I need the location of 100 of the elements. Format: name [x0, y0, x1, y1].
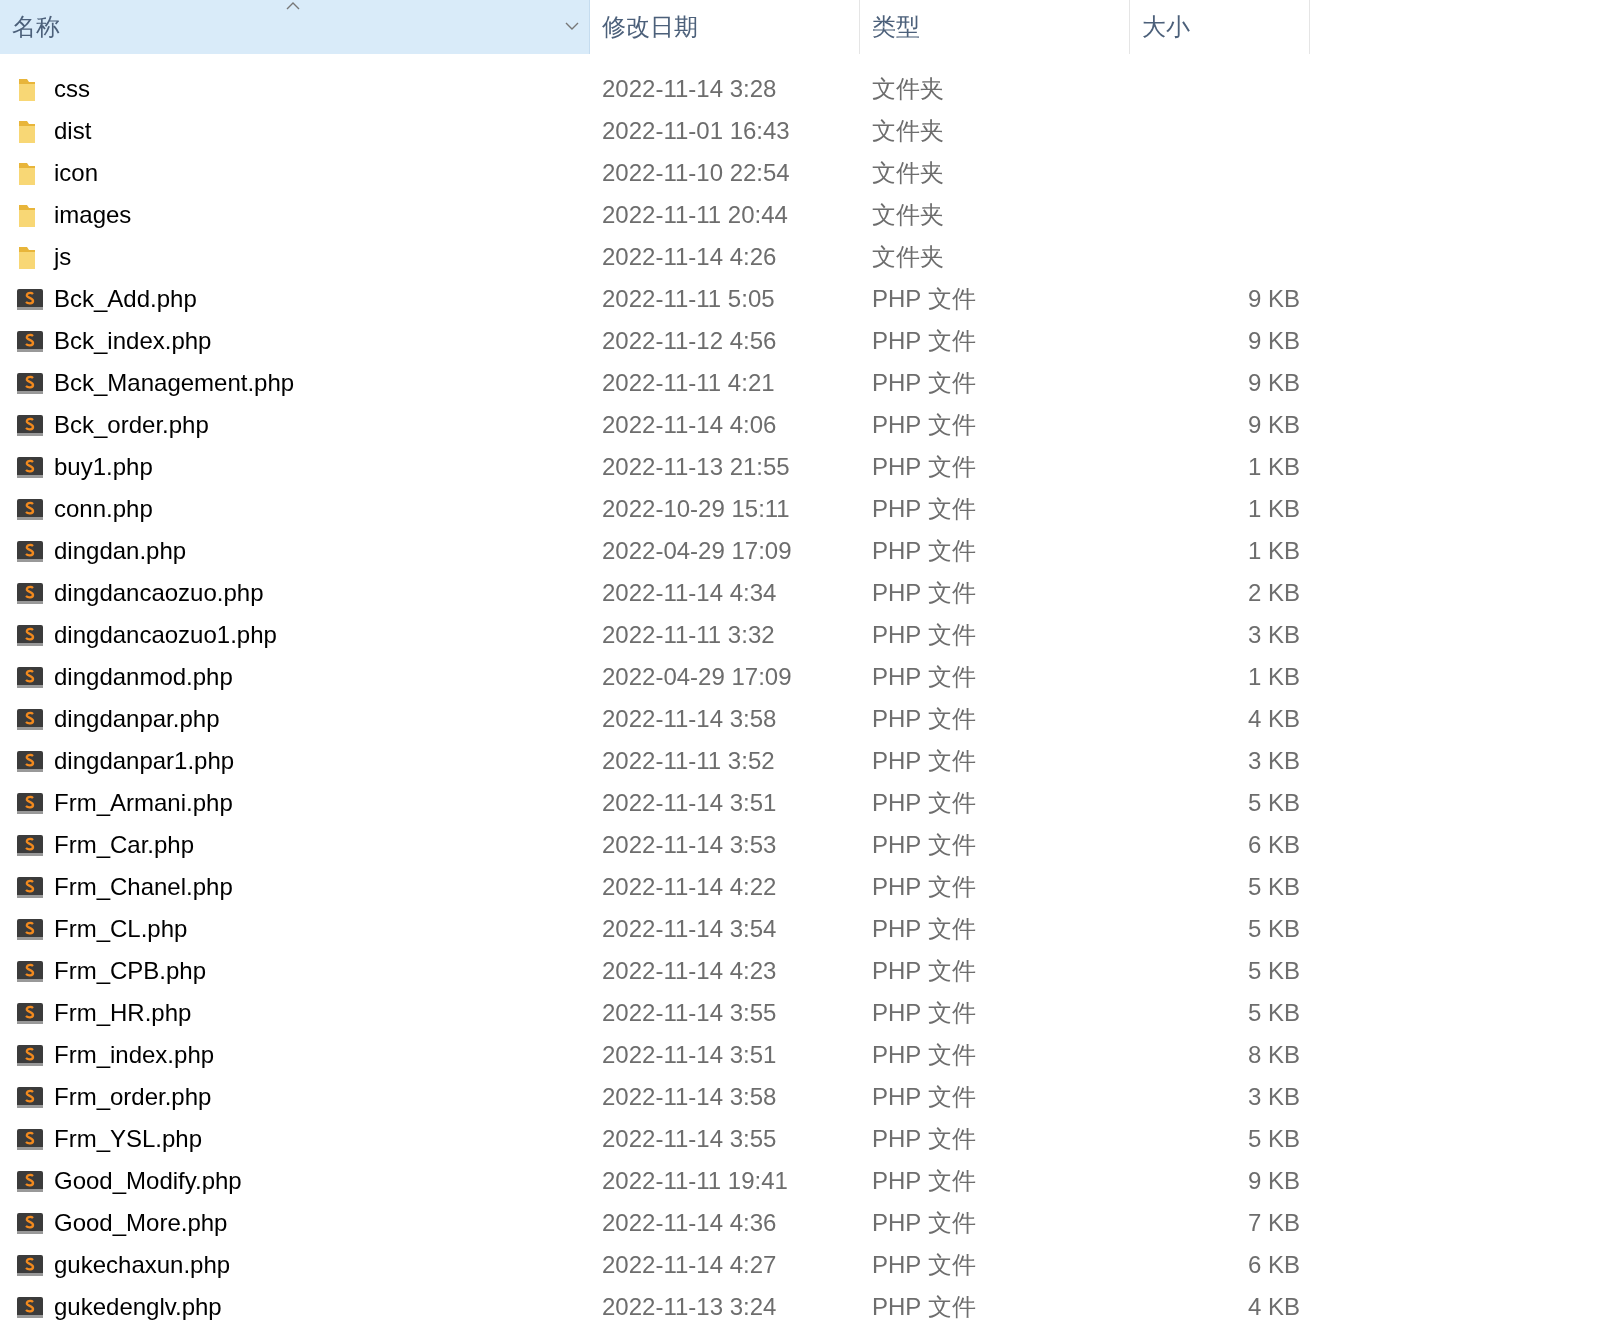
modified-date: 2022-11-14 4:06: [602, 411, 777, 438]
modified-date: 2022-11-11 3:32: [602, 621, 775, 648]
modified-date: 2022-11-13 3:24: [602, 1293, 777, 1320]
file-name[interactable]: Good_More.php: [54, 1209, 228, 1237]
modified-date: 2022-11-14 3:55: [602, 1125, 777, 1152]
file-name[interactable]: Frm_YSL.php: [54, 1125, 203, 1153]
file-name[interactable]: dingdancaozuo1.php: [54, 621, 277, 649]
file-type: PHP 文件: [872, 1293, 976, 1320]
modified-date: 2022-11-14 3:28: [602, 75, 777, 102]
modified-date: 2022-11-11 20:44: [602, 201, 788, 228]
file-type: PHP 文件: [872, 411, 976, 438]
file-name[interactable]: conn.php: [54, 495, 153, 523]
file-type: PHP 文件: [872, 873, 976, 900]
file-type: PHP 文件: [872, 1251, 976, 1278]
file-name[interactable]: gukechaxun.php: [54, 1251, 231, 1279]
modified-date: 2022-10-29 15:11: [602, 495, 790, 522]
file-type: PHP 文件: [872, 1041, 976, 1068]
file-name[interactable]: dist: [54, 117, 92, 145]
file-type: 文件夹: [872, 75, 944, 102]
file-name[interactable]: dingdanpar.php: [54, 705, 220, 733]
file-name[interactable]: Bck_order.php: [54, 411, 209, 439]
file-type: PHP 文件: [872, 621, 976, 648]
modified-date: 2022-11-10 22:54: [602, 159, 790, 186]
file-name[interactable]: Bck_index.php: [54, 327, 212, 355]
file-type: PHP 文件: [872, 915, 976, 942]
file-size: 9 KB: [1247, 1167, 1300, 1195]
file-size: 8 KB: [1247, 1041, 1300, 1069]
modified-date: 2022-11-11 19:41: [602, 1167, 788, 1194]
file-size: 1 KB: [1247, 453, 1300, 481]
file-type: PHP 文件: [872, 327, 976, 354]
modified-date: 2022-04-29 17:09: [602, 663, 792, 690]
modified-date: 2022-11-14 3:58: [602, 705, 777, 732]
file-name[interactable]: Frm_Armani.php: [54, 789, 233, 817]
file-size: 9 KB: [1247, 327, 1300, 355]
file-name[interactable]: buy1.php: [54, 453, 153, 481]
file-name[interactable]: Frm_order.php: [54, 1083, 212, 1111]
file-size: 9 KB: [1247, 369, 1300, 397]
file-name[interactable]: dingdancaozuo.php: [54, 579, 264, 607]
file-size: 6 KB: [1247, 831, 1300, 859]
chevron-down-icon[interactable]: [565, 22, 579, 31]
file-type: 文件夹: [872, 117, 944, 144]
file-size: 3 KB: [1247, 621, 1300, 649]
file-type: PHP 文件: [872, 1167, 976, 1194]
file-type: PHP 文件: [872, 453, 976, 480]
file-type: PHP 文件: [872, 579, 976, 606]
file-size: 1 KB: [1247, 537, 1300, 565]
file-name[interactable]: Frm_CPB.php: [54, 957, 207, 985]
file-type: PHP 文件: [872, 285, 976, 312]
file-type: PHP 文件: [872, 1125, 976, 1152]
file-size: 5 KB: [1247, 1125, 1300, 1153]
file-name[interactable]: Good_Modify.php: [54, 1167, 242, 1195]
file-size: 2 KB: [1247, 579, 1300, 607]
modified-date: 2022-11-14 4:23: [602, 957, 777, 984]
file-type: PHP 文件: [872, 1209, 976, 1236]
file-name[interactable]: dingdanmod.php: [54, 663, 233, 691]
file-name[interactable]: dingdanpar1.php: [54, 747, 235, 775]
file-name[interactable]: images: [54, 201, 132, 229]
file-name[interactable]: gukedenglv.php: [54, 1293, 222, 1321]
file-size: 3 KB: [1247, 1083, 1300, 1111]
modified-date: 2022-11-12 4:56: [602, 327, 777, 354]
modified-date: 2022-11-14 3:51: [602, 789, 777, 816]
file-size: 1 KB: [1247, 495, 1300, 523]
file-name[interactable]: Frm_Car.php: [54, 831, 195, 859]
file-type: PHP 文件: [872, 789, 976, 816]
modified-date: 2022-11-11 5:05: [602, 285, 775, 312]
file-name[interactable]: Frm_HR.php: [54, 999, 192, 1027]
modified-date: 2022-11-14 4:22: [602, 873, 777, 900]
file-name[interactable]: Frm_index.php: [54, 1041, 215, 1069]
file-type: PHP 文件: [872, 999, 976, 1026]
file-size: 1 KB: [1247, 663, 1300, 691]
column-header[interactable]: 名称: [0, 0, 590, 54]
modified-date: 2022-11-11 4:21: [602, 369, 775, 396]
file-name[interactable]: dingdan.php: [54, 537, 187, 565]
file-name[interactable]: Bck_Management.php: [54, 369, 295, 397]
file-name[interactable]: js: [54, 243, 72, 271]
file-type: 文件夹: [872, 201, 944, 228]
modified-date: 2022-11-14 3:55: [602, 999, 777, 1026]
modified-date: 2022-11-01 16:43: [602, 117, 790, 144]
file-size: 6 KB: [1247, 1251, 1300, 1279]
file-type: PHP 文件: [872, 495, 976, 522]
file-size: 4 KB: [1247, 705, 1300, 733]
file-type: 文件夹: [872, 243, 944, 270]
file-type: PHP 文件: [872, 957, 976, 984]
modified-date: 2022-11-14 3:51: [602, 1041, 777, 1068]
file-name[interactable]: Bck_Add.php: [54, 285, 197, 313]
modified-date: 2022-11-14 4:27: [602, 1251, 777, 1278]
file-size: 5 KB: [1247, 873, 1300, 901]
file-size: 3 KB: [1247, 747, 1300, 775]
modified-date: 2022-11-14 4:34: [602, 579, 777, 606]
file-type: PHP 文件: [872, 747, 976, 774]
file-name[interactable]: Frm_CL.php: [54, 915, 188, 943]
file-type: 文件夹: [872, 159, 944, 186]
file-name[interactable]: icon: [54, 159, 99, 187]
file-type: PHP 文件: [872, 705, 976, 732]
modified-date: 2022-11-14 3:58: [602, 1083, 777, 1110]
file-type: PHP 文件: [872, 1083, 976, 1110]
modified-date: 2022-11-14 3:53: [602, 831, 777, 858]
file-size: 9 KB: [1247, 285, 1300, 313]
file-name[interactable]: Frm_Chanel.php: [54, 873, 233, 901]
file-name[interactable]: css: [54, 75, 90, 103]
